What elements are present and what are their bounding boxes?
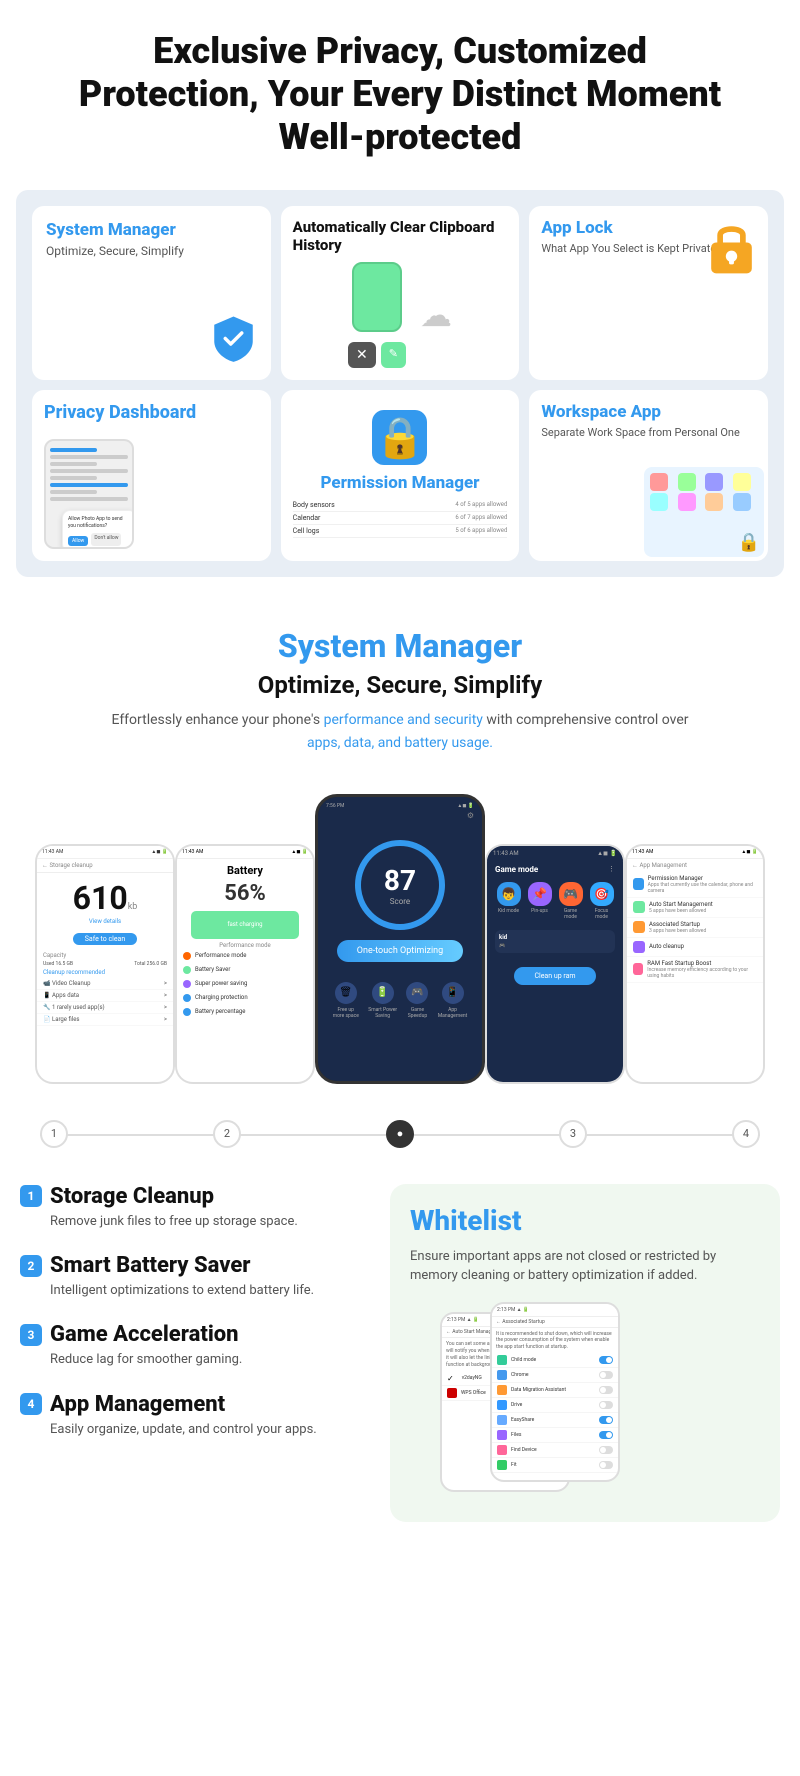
features-grid-section: System Manager Optimize, Secure, Simplif…: [16, 190, 784, 578]
clipboard-visual: ✕ ✎ ☁: [293, 262, 508, 368]
privacy-title: Privacy Dashboard: [44, 402, 259, 424]
phone-game-screen: 11:43 AM▲◼ 🔋 Game mode ⋮ 👦Kid mode 📌Pin-…: [487, 846, 623, 1082]
feature-item-1: 1 Storage Cleanup Remove junk files to f…: [20, 1184, 370, 1231]
feature-num-1: 1: [20, 1185, 42, 1207]
timeline-dot-2[interactable]: 2: [213, 1120, 241, 1148]
whitelist-title: Whitelist: [410, 1204, 760, 1237]
feature-item-4: 4 App Management Easily organize, update…: [20, 1392, 370, 1439]
shield-icon: [206, 311, 261, 370]
feature-item-3: 3 Game Acceleration Reduce lag for smoot…: [20, 1322, 370, 1369]
feature-title-3: Game Acceleration: [50, 1322, 239, 1347]
feature-num-3: 3: [20, 1324, 42, 1346]
permission-lock-icon: 🔒: [372, 410, 427, 465]
features-grid: System Manager Optimize, Secure, Simplif…: [32, 206, 768, 562]
whitelist-section: Whitelist Ensure important apps are not …: [390, 1184, 780, 1522]
sm-section-title: System Manager: [20, 627, 780, 665]
system-manager-subtitle: Optimize, Secure, Simplify: [46, 244, 257, 258]
feature-card-clipboard: Automatically Clear Clipboard History ✕ …: [281, 206, 520, 380]
sm-section-desc: Effortlessly enhance your phone's perfor…: [100, 709, 700, 754]
timeline-dot-4[interactable]: 3: [559, 1120, 587, 1148]
phones-row: 11:43 AM▲◼ 🔋 ← Storage cleanup 610kb Vie…: [0, 774, 800, 1104]
phone-storage: 11:43 AM▲◼ 🔋 ← Storage cleanup 610kb Vie…: [35, 844, 175, 1084]
feature-card-workspace: Workspace App Separate Work Space from P…: [529, 390, 768, 562]
system-manager-section: System Manager Optimize, Secure, Simplif…: [0, 587, 800, 774]
phone-battery-screen: 11:43 AM▲◼ 🔋 Battery 56% fast charging P…: [177, 846, 313, 1082]
phone1-header: 11:43 AM▲◼ 🔋: [37, 846, 173, 859]
optimize-button[interactable]: One-touch Optimizing: [337, 940, 463, 962]
timeline-dot-3[interactable]: ●: [386, 1120, 414, 1148]
page-title: Exclusive Privacy, Customized Protection…: [60, 30, 740, 160]
feature-desc-4: Easily organize, update, and control you…: [20, 1421, 370, 1439]
phone-game: 11:43 AM▲◼ 🔋 Game mode ⋮ 👦Kid mode 📌Pin-…: [485, 844, 625, 1084]
feature-title-1: Storage Cleanup: [50, 1184, 214, 1209]
feature-desc-1: Remove junk files to free up storage spa…: [20, 1213, 370, 1231]
sm-section-subtitle: Optimize, Secure, Simplify: [20, 671, 780, 699]
timeline-row: 1 2 ● 3 4: [0, 1104, 800, 1164]
feature-title-2: Smart Battery Saver: [50, 1253, 250, 1278]
timeline-dot-5[interactable]: 4: [732, 1120, 760, 1148]
whitelist-phones: 2:13 PM ▲ 🔋 ← Auto Start Manage... You c…: [410, 1302, 760, 1502]
phone-center-header: 7:56 PM▲◼ 🔋: [318, 797, 482, 811]
timeline-dot-1[interactable]: 1: [40, 1120, 68, 1148]
phone-center-screen: 7:56 PM▲◼ 🔋 ⚙ 87 Score One-touch Optimiz…: [318, 797, 482, 1081]
phone-app-mgmt: 11:43 AM▲◼ 🔋 ← App Management Permission…: [625, 844, 765, 1084]
applock-icon: [699, 214, 764, 283]
phone2-header: 11:43 AM▲◼ 🔋: [177, 846, 313, 859]
features-bottom: 1 Storage Cleanup Remove junk files to f…: [0, 1164, 800, 1542]
game-header: 11:43 AM▲◼ 🔋: [487, 846, 623, 861]
privacy-phone-mock: Allow Photo App to send you notification…: [44, 439, 134, 549]
system-manager-title: System Manager: [46, 220, 257, 240]
feature-desc-2: Intelligent optimizations to extend batt…: [20, 1282, 370, 1300]
clipboard-title: Automatically Clear Clipboard History: [293, 218, 508, 254]
feature-item-2: 2 Smart Battery Saver Intelligent optimi…: [20, 1253, 370, 1300]
feature-card-permission: 🔒 Permission Manager Body sensors4 of 5 …: [281, 390, 520, 562]
feature-card-system-manager: System Manager Optimize, Secure, Simplif…: [32, 206, 271, 380]
workspace-title: Workspace App: [541, 402, 756, 422]
phone-app-mgmt-screen: 11:43 AM▲◼ 🔋 ← App Management Permission…: [627, 846, 763, 1082]
feature-card-privacy: Privacy Dashboard Allow Photo App t: [32, 390, 271, 562]
game-title-bar: Game mode ⋮: [487, 861, 623, 878]
permission-title: Permission Manager: [320, 473, 479, 493]
phone4-header: 11:43 AM▲◼ 🔋: [627, 846, 763, 859]
feature-num-4: 4: [20, 1393, 42, 1415]
clean-ram-button[interactable]: Clean up ram: [514, 967, 595, 985]
whitelist-desc: Ensure important apps are not closed or …: [410, 1247, 760, 1286]
whitelist-phone-front: 2:13 PM ▲ 🔋 ← Associated Startup It is r…: [490, 1302, 620, 1482]
phone-battery: 11:43 AM▲◼ 🔋 Battery 56% fast charging P…: [175, 844, 315, 1084]
features-list: 1 Storage Cleanup Remove junk files to f…: [20, 1184, 370, 1522]
header-section: Exclusive Privacy, Customized Protection…: [0, 0, 800, 180]
feature-desc-3: Reduce lag for smoother gaming.: [20, 1351, 370, 1369]
workspace-visual: 🔒: [644, 467, 764, 557]
workspace-subtitle: Separate Work Space from Personal One: [541, 426, 756, 440]
feature-title-4: App Management: [50, 1392, 225, 1417]
feature-card-applock: App Lock What App You Select is Kept Pri…: [529, 206, 768, 380]
feature-num-2: 2: [20, 1255, 42, 1277]
phone-center: 7:56 PM▲◼ 🔋 ⚙ 87 Score One-touch Optimiz…: [315, 794, 485, 1084]
phone-storage-screen: 11:43 AM▲◼ 🔋 ← Storage cleanup 610kb Vie…: [37, 846, 173, 1082]
